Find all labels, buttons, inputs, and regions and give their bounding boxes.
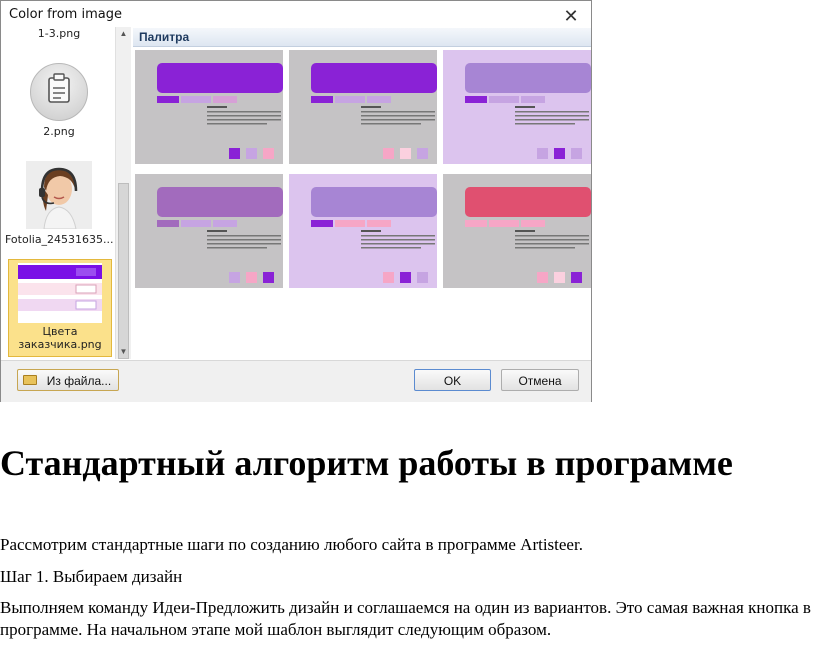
file-caption: 2.png — [43, 125, 75, 138]
file-item-1-3[interactable]: 1-3.png — [5, 27, 113, 40]
color-swatch — [383, 148, 394, 159]
menu-item-preview — [521, 220, 545, 227]
color-swatch — [229, 148, 240, 159]
file-list-scrollbar[interactable]: ▲ ▼ — [115, 27, 131, 359]
color-from-image-dialog: Color from image ✕ 1-3.png 2.png Fotolia… — [0, 0, 592, 402]
cancel-button[interactable]: Отмена — [501, 369, 579, 391]
scrollbar-thumb[interactable] — [118, 183, 129, 359]
palette-header-band — [311, 63, 437, 93]
menu-item-preview — [367, 220, 391, 227]
customer-colors-thumbnail — [18, 263, 102, 323]
color-swatch — [417, 272, 428, 283]
file-item-2[interactable]: 2.png — [5, 63, 113, 138]
menu-item-preview — [335, 96, 365, 103]
palette-text-preview — [361, 106, 437, 137]
color-swatch — [554, 272, 565, 283]
palette-menu-preview — [157, 220, 237, 227]
menu-item-preview — [465, 96, 487, 103]
file-caption-line2: заказчика.png — [18, 338, 102, 351]
palette-text-preview — [361, 230, 437, 261]
color-swatch — [400, 272, 411, 283]
color-swatch — [263, 272, 274, 283]
from-file-label: Из файла... — [46, 374, 112, 388]
palette-header-band — [157, 187, 283, 217]
document-paragraph: Шаг 1. Выбираем дизайн — [0, 567, 183, 586]
dialog-title: Color from image — [9, 7, 122, 22]
palette-grid — [135, 50, 591, 360]
document-paragraph: Рассмотрим стандартные шаги по созданию … — [0, 535, 583, 554]
palette-option[interactable] — [135, 50, 283, 164]
color-swatch — [263, 148, 274, 159]
menu-item-preview — [521, 96, 545, 103]
palette-header-band — [465, 63, 591, 93]
menu-item-preview — [311, 220, 333, 227]
scroll-up-icon[interactable]: ▲ — [116, 27, 131, 41]
file-item-fotolia[interactable]: Fotolia_24531635... — [5, 161, 114, 246]
menu-item-preview — [465, 220, 487, 227]
palette-text-preview — [515, 106, 591, 137]
menu-item-preview — [157, 96, 179, 103]
menu-item-preview — [181, 96, 211, 103]
ok-button[interactable]: OK — [414, 369, 491, 391]
color-swatch — [246, 272, 257, 283]
color-swatch — [571, 272, 582, 283]
document-heading: Стандартный алгоритм работы в программе — [0, 443, 733, 483]
palette-menu-preview — [311, 220, 391, 227]
color-swatch — [554, 148, 565, 159]
palette-text-preview — [515, 230, 591, 261]
palette-option[interactable] — [443, 50, 591, 164]
palette-menu-preview — [465, 220, 545, 227]
palette-option[interactable] — [289, 174, 437, 288]
color-swatch — [571, 148, 582, 159]
palette-menu-preview — [157, 96, 237, 103]
menu-item-preview — [367, 96, 391, 103]
palette-text-preview — [207, 106, 283, 137]
palette-header-band — [465, 187, 591, 217]
color-swatch — [537, 148, 548, 159]
document-paragraph: Выполняем команду Идеи-Предложить дизайн… — [0, 598, 811, 639]
menu-item-preview — [181, 220, 211, 227]
palette-menu-preview — [311, 96, 391, 103]
color-swatch — [383, 272, 394, 283]
image-file-list: 1-3.png 2.png Fotolia_24531635... Цвета … — [1, 27, 114, 359]
close-icon[interactable]: ✕ — [559, 4, 583, 28]
file-caption: Fotolia_24531635... — [5, 233, 114, 246]
palette-option[interactable] — [135, 174, 283, 288]
menu-item-preview — [213, 220, 237, 227]
menu-item-preview — [489, 96, 519, 103]
color-swatch — [400, 148, 411, 159]
color-swatch — [246, 148, 257, 159]
dialog-button-bar: Из файла... OK Отмена — [1, 360, 591, 402]
file-item-selected-customer-colors[interactable]: Цвета заказчика.png — [8, 259, 112, 357]
menu-item-preview — [213, 96, 237, 103]
palette-option[interactable] — [289, 50, 437, 164]
from-file-button[interactable]: Из файла... — [17, 369, 119, 391]
palette-text-preview — [207, 230, 283, 261]
palette-title: Палитра — [139, 30, 190, 44]
menu-item-preview — [157, 220, 179, 227]
color-swatch — [229, 272, 240, 283]
folder-icon — [23, 375, 37, 385]
color-swatch — [537, 272, 548, 283]
palette-header-band — [311, 187, 437, 217]
file-caption-line1: Цвета — [42, 325, 78, 338]
menu-item-preview — [311, 96, 333, 103]
palette-header-band — [157, 63, 283, 93]
scroll-down-icon[interactable]: ▼ — [116, 345, 131, 359]
menu-item-preview — [489, 220, 519, 227]
palette-option[interactable] — [443, 174, 591, 288]
menu-item-preview — [335, 220, 365, 227]
file-caption: 1-3.png — [37, 27, 81, 40]
document-icon — [30, 63, 88, 121]
color-swatch — [417, 148, 428, 159]
palette-header: Палитра — [133, 28, 591, 47]
palette-menu-preview — [465, 96, 545, 103]
support-woman-photo — [26, 161, 92, 229]
